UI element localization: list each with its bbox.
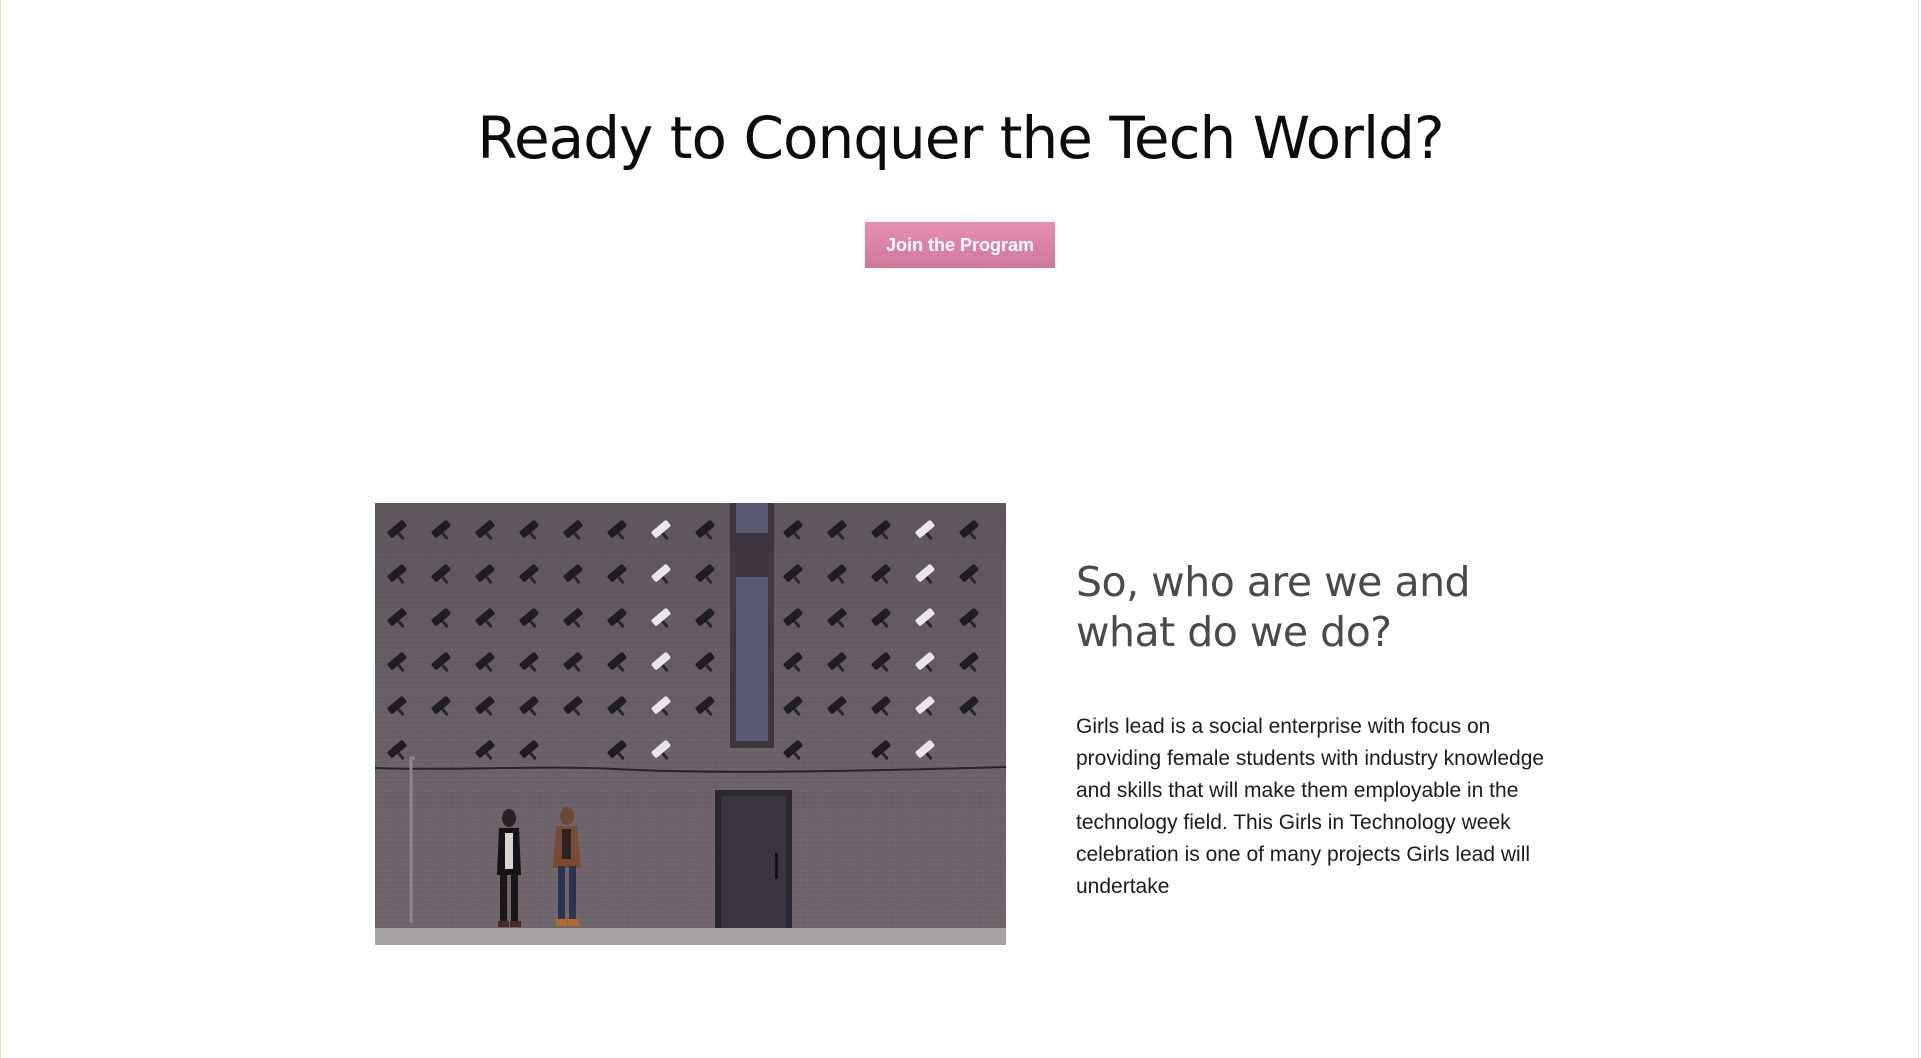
about-text-block: So, who are we and what do we do? Girls …: [1076, 557, 1546, 903]
cta-section: Ready to Conquer the Tech World? Join th…: [0, 0, 1921, 400]
about-heading: So, who are we and what do we do?: [1076, 558, 1471, 656]
cta-heading: Ready to Conquer the Tech World?: [477, 104, 1444, 172]
about-section: So, who are we and what do we do? Girls …: [375, 503, 1575, 945]
about-paragraph: Girls lead is a social enterprise with f…: [1076, 715, 1545, 898]
about-photo: [375, 503, 1006, 945]
join-program-button[interactable]: Join the Program: [865, 222, 1055, 268]
